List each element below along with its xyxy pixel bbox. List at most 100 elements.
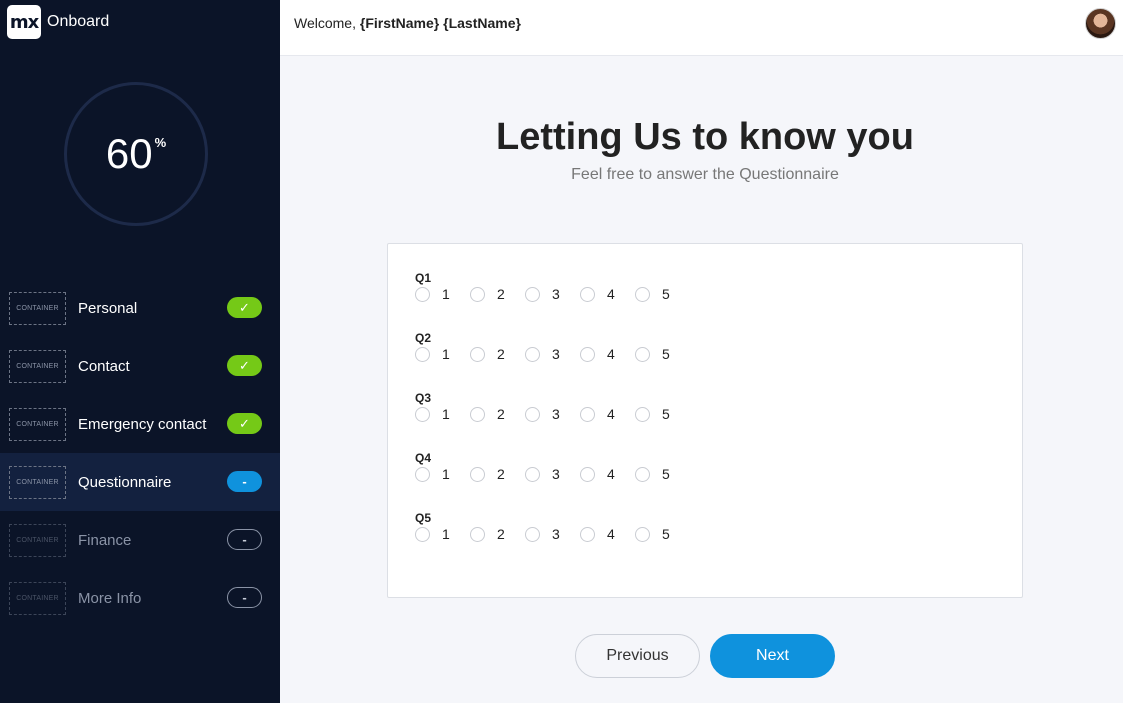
radio-button[interactable] [470, 406, 485, 422]
radio-button[interactable] [580, 526, 595, 542]
radio-button[interactable] [470, 526, 485, 542]
step-label: Emergency contact [78, 415, 207, 433]
radio-button[interactable] [525, 526, 540, 542]
step-contact[interactable]: CONTAINER Contact ✓ [0, 337, 280, 395]
radio-button[interactable] [635, 286, 650, 302]
radio-label: 5 [662, 286, 670, 302]
radio-button[interactable] [470, 346, 485, 362]
radio-label: 1 [442, 346, 450, 362]
radio-option[interactable]: 5 [635, 286, 690, 302]
radio-button[interactable] [580, 406, 595, 422]
radio-option[interactable]: 3 [525, 466, 580, 482]
page-title: Letting Us to know you [496, 116, 914, 158]
radio-button[interactable] [415, 406, 430, 422]
radio-button[interactable] [415, 346, 430, 362]
radio-label: 4 [607, 406, 615, 422]
check-icon: ✓ [227, 297, 262, 318]
radio-option[interactable]: 5 [635, 526, 690, 542]
radio-button[interactable] [415, 526, 430, 542]
step-emergency-contact[interactable]: CONTAINER Emergency contact ✓ [0, 395, 280, 453]
radio-button[interactable] [415, 286, 430, 302]
question-label: Q2 [415, 331, 432, 345]
step-label: Questionnaire [78, 473, 172, 491]
radio-group: 1 2 3 4 5 [415, 346, 690, 362]
previous-button[interactable]: Previous [575, 634, 700, 678]
radio-label: 4 [607, 526, 615, 542]
radio-button[interactable] [525, 346, 540, 362]
step-container-placeholder: CONTAINER [9, 349, 66, 383]
radio-option[interactable]: 2 [470, 526, 525, 542]
radio-label: 5 [662, 466, 670, 482]
step-personal[interactable]: CONTAINER Personal ✓ [0, 279, 280, 337]
radio-button[interactable] [635, 406, 650, 422]
radio-option[interactable]: 1 [415, 466, 470, 482]
radio-button[interactable] [470, 466, 485, 482]
radio-option[interactable]: 5 [635, 466, 690, 482]
radio-option[interactable]: 5 [635, 406, 690, 422]
radio-label: 5 [662, 346, 670, 362]
radio-label: 4 [607, 466, 615, 482]
radio-label: 5 [662, 526, 670, 542]
radio-option[interactable]: 3 [525, 286, 580, 302]
page-subtitle: Feel free to answer the Questionnaire [571, 166, 839, 183]
radio-button[interactable] [525, 286, 540, 302]
check-icon: ✓ [227, 355, 262, 376]
radio-button[interactable] [580, 286, 595, 302]
radio-label: 3 [552, 466, 560, 482]
radio-button[interactable] [525, 406, 540, 422]
welcome-text: Welcome, [294, 15, 356, 31]
radio-option[interactable]: 3 [525, 406, 580, 422]
radio-option[interactable]: 4 [580, 346, 635, 362]
step-questionnaire[interactable]: CONTAINER Questionnaire - [0, 453, 280, 511]
progress-value: 60 [105, 130, 153, 177]
radio-option[interactable]: 3 [525, 526, 580, 542]
radio-label: 1 [442, 526, 450, 542]
avatar[interactable] [1085, 8, 1116, 39]
radio-option[interactable]: 2 [470, 346, 525, 362]
radio-option[interactable]: 2 [470, 406, 525, 422]
welcome-message: Welcome, {FirstName} {LastName} [294, 15, 521, 31]
radio-button[interactable] [635, 466, 650, 482]
question-q1: Q1 1 2 3 4 5 [415, 271, 690, 302]
radio-button[interactable] [635, 526, 650, 542]
brand[interactable]: mx Onboard [7, 5, 109, 39]
radio-label: 1 [442, 466, 450, 482]
question-q4: Q4 1 2 3 4 5 [415, 451, 690, 482]
step-finance[interactable]: CONTAINER Finance - [0, 511, 280, 569]
radio-label: 2 [497, 406, 505, 422]
radio-label: 4 [607, 346, 615, 362]
radio-option[interactable]: 1 [415, 406, 470, 422]
question-q2: Q2 1 2 3 4 5 [415, 331, 690, 362]
step-list: CONTAINER Personal ✓ CONTAINER Contact ✓… [0, 279, 280, 627]
next-button[interactable]: Next [710, 634, 835, 678]
radio-button[interactable] [635, 346, 650, 362]
top-bar: Welcome, {FirstName} {LastName} [280, 0, 1123, 56]
radio-option[interactable]: 4 [580, 526, 635, 542]
radio-button[interactable] [580, 466, 595, 482]
radio-button[interactable] [525, 466, 540, 482]
question-label: Q4 [415, 451, 432, 465]
radio-option[interactable]: 1 [415, 286, 470, 302]
radio-option[interactable]: 5 [635, 346, 690, 362]
radio-option[interactable]: 4 [580, 466, 635, 482]
progress-ring: 60 % [64, 82, 208, 226]
mendix-logo: mx [7, 5, 41, 39]
radio-option[interactable]: 2 [470, 466, 525, 482]
step-label: Personal [78, 299, 138, 317]
pending-step-badge: - [227, 587, 262, 608]
radio-label: 4 [607, 286, 615, 302]
radio-option[interactable]: 4 [580, 406, 635, 422]
radio-option[interactable]: 1 [415, 346, 470, 362]
radio-button[interactable] [415, 466, 430, 482]
radio-option[interactable]: 3 [525, 346, 580, 362]
radio-button[interactable] [470, 286, 485, 302]
radio-label: 2 [497, 286, 505, 302]
step-more-info[interactable]: CONTAINER More Info - [0, 569, 280, 627]
radio-label: 5 [662, 406, 670, 422]
question-label: Q1 [415, 271, 432, 285]
step-label: Finance [78, 531, 132, 549]
radio-option[interactable]: 4 [580, 286, 635, 302]
radio-option[interactable]: 2 [470, 286, 525, 302]
radio-option[interactable]: 1 [415, 526, 470, 542]
radio-button[interactable] [580, 346, 595, 362]
